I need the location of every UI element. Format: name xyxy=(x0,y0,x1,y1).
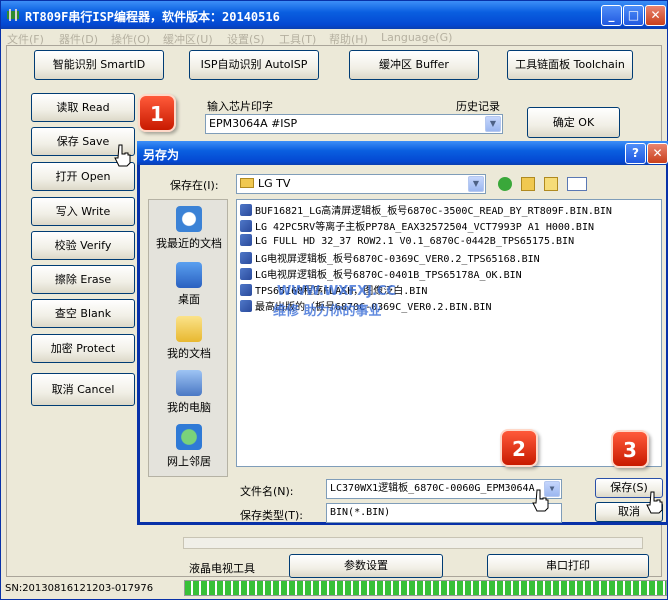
file-icon xyxy=(240,300,252,312)
dialog-close-button[interactable]: ✕ xyxy=(647,143,668,164)
app-title: RT809F串行ISP编程器，软件版本：20140516 xyxy=(25,10,280,24)
recent-docs-icon xyxy=(176,206,202,232)
filetype-label: 保存类型(T): xyxy=(240,509,304,522)
place-desktop-label: 桌面 xyxy=(178,293,200,306)
hand-cursor-icon xyxy=(646,491,663,514)
smartid-button[interactable]: 智能识别 SmartID xyxy=(34,50,164,80)
file-icon xyxy=(240,268,252,280)
file-name: LG电视屏逻辑板_板号6870C-0369C_VER0.2_TPS65168.B… xyxy=(255,254,540,265)
blank-button[interactable]: 查空 Blank xyxy=(31,299,135,328)
file-icon xyxy=(240,252,252,264)
place-mydocs-label: 我的文档 xyxy=(167,347,211,360)
verify-button[interactable]: 校验 Verify xyxy=(31,231,135,260)
file-icon xyxy=(240,284,252,296)
step-badge-3: 3 xyxy=(611,430,649,468)
chip-input[interactable]: EPM3064A #ISP ▼ xyxy=(205,114,503,134)
serial-number: SN:20130816121203-017976 xyxy=(5,583,154,594)
save-in-label: 保存在(I): xyxy=(170,179,219,192)
lcd-tools-label: 液晶电视工具 xyxy=(189,562,255,575)
menu-language[interactable]: Language(G) xyxy=(381,31,452,44)
watermark-url: WWW.WXFXJ.CC xyxy=(277,284,397,299)
place-desktop[interactable]: 桌面 xyxy=(149,262,229,307)
places-bar: 我最近的文档 桌面 我的文档 我的电脑 网上邻居 xyxy=(148,199,228,477)
place-network[interactable]: 网上邻居 xyxy=(149,424,229,469)
network-icon xyxy=(176,424,202,450)
hand-cursor-icon xyxy=(114,144,131,167)
dialog-title: 另存为 xyxy=(143,148,180,162)
file-icon xyxy=(240,204,252,216)
maximize-button[interactable]: □ xyxy=(623,5,644,26)
place-mycomputer-label: 我的电脑 xyxy=(167,401,211,414)
horizontal-scrollbar[interactable] xyxy=(183,537,643,549)
autoisp-button[interactable]: ISP自动识别 AutoISP xyxy=(189,50,319,80)
file-name: BUF16821_LG高清屏逻辑板_板号6870C-3500C_READ_BY_… xyxy=(255,206,612,217)
new-folder-icon[interactable] xyxy=(544,177,558,191)
place-mydocs[interactable]: 我的文档 xyxy=(149,316,229,361)
list-item[interactable]: LG 42PC5RV等离子主板PP78A_EAX32572504_VCT7993… xyxy=(240,218,594,234)
folder-name: LG TV xyxy=(258,177,291,190)
save-as-dialog: 另存为 ? ✕ 保存在(I): LG TV ▼ 我最近的文档 桌面 我的文档 我… xyxy=(137,141,668,525)
step-badge-2: 2 xyxy=(500,429,538,467)
folder-icon xyxy=(240,178,254,188)
cancel-button[interactable]: 取消 Cancel xyxy=(31,373,135,406)
toolchain-button[interactable]: 工具链面板 Toolchain xyxy=(507,50,633,80)
buffer-button[interactable]: 缓冲区 Buffer xyxy=(349,50,479,80)
main-window: RT809F串行ISP编程器，软件版本：20140516 _ □ ✕ 文件(F)… xyxy=(0,0,668,600)
file-name: LG FULL HD 32_37 ROW2.1 V0.1_6870C-0442B… xyxy=(255,236,575,247)
title-bar: RT809F串行ISP编程器，软件版本：20140516 _ □ ✕ xyxy=(1,1,667,29)
chip-dropdown-icon[interactable]: ▼ xyxy=(485,116,501,132)
file-icon xyxy=(240,234,252,246)
my-computer-icon xyxy=(176,370,202,396)
ok-button[interactable]: 确定 OK xyxy=(527,107,620,138)
place-recent[interactable]: 我最近的文档 xyxy=(149,206,229,251)
close-button[interactable]: ✕ xyxy=(645,5,666,26)
list-item[interactable]: LG FULL HD 32_37 ROW2.1 V0.1_6870C-0442B… xyxy=(240,234,574,250)
place-recent-label: 我最近的文档 xyxy=(156,237,222,250)
back-icon[interactable] xyxy=(498,177,512,191)
filename-label: 文件名(N): xyxy=(240,485,294,498)
erase-button[interactable]: 擦除 Erase xyxy=(31,265,135,294)
up-folder-icon[interactable] xyxy=(521,177,535,191)
file-list: BUF16821_LG高清屏逻辑板_板号6870C-3500C_READ_BY_… xyxy=(236,199,662,467)
params-button[interactable]: 参数设置 xyxy=(289,554,443,578)
hand-cursor-icon xyxy=(532,489,549,512)
serial-print-button[interactable]: 串口打印 xyxy=(487,554,649,578)
chip-label: 输入芯片印字 xyxy=(207,100,273,113)
view-menu-icon[interactable] xyxy=(567,177,587,191)
step-badge-1: 1 xyxy=(138,94,176,132)
file-name: LG 42PC5RV等离子主板PP78A_EAX32572504_VCT7993… xyxy=(255,222,594,233)
protect-button[interactable]: 加密 Protect xyxy=(31,334,135,363)
filetype-value: BIN(*.BIN) xyxy=(330,507,391,518)
folder-dropdown-icon[interactable]: ▼ xyxy=(468,176,484,192)
app-icon xyxy=(7,9,19,21)
filetype-select[interactable]: BIN(*.BIN) xyxy=(326,503,562,523)
folder-select[interactable]: LG TV ▼ xyxy=(236,174,486,194)
watermark-slogan: 维修 助力你的事业 xyxy=(273,304,382,319)
minimize-button[interactable]: _ xyxy=(601,5,622,26)
my-documents-icon xyxy=(176,316,202,342)
chip-input-value: EPM3064A #ISP xyxy=(209,117,298,130)
filename-value: LC370WX1逻辑板_6870C-0060G_EPM3064A xyxy=(330,483,535,494)
progress-bar xyxy=(184,580,667,596)
file-icon xyxy=(240,220,252,232)
history-label: 历史记录 xyxy=(456,100,500,113)
list-item[interactable]: LG电视屏逻辑板_板号6870C-0369C_VER0.2_TPS65168.B… xyxy=(240,250,540,266)
read-button[interactable]: 读取 Read xyxy=(31,93,135,122)
file-name: LG电视屏逻辑板_板号6870C-0401B_TPS65178A_OK.BIN xyxy=(255,270,522,281)
list-item[interactable]: LG电视屏逻辑板_板号6870C-0401B_TPS65178A_OK.BIN xyxy=(240,266,522,282)
write-button[interactable]: 写入 Write xyxy=(31,197,135,226)
dialog-title-bar: 另存为 ? ✕ xyxy=(137,141,668,165)
desktop-icon xyxy=(176,262,202,288)
help-icon[interactable]: ? xyxy=(625,143,646,164)
place-mycomputer[interactable]: 我的电脑 xyxy=(149,370,229,415)
filename-input[interactable]: LC370WX1逻辑板_6870C-0060G_EPM3064A ▼ xyxy=(326,479,562,499)
place-network-label: 网上邻居 xyxy=(167,455,211,468)
list-item[interactable]: BUF16821_LG高清屏逻辑板_板号6870C-3500C_READ_BY_… xyxy=(240,202,612,218)
